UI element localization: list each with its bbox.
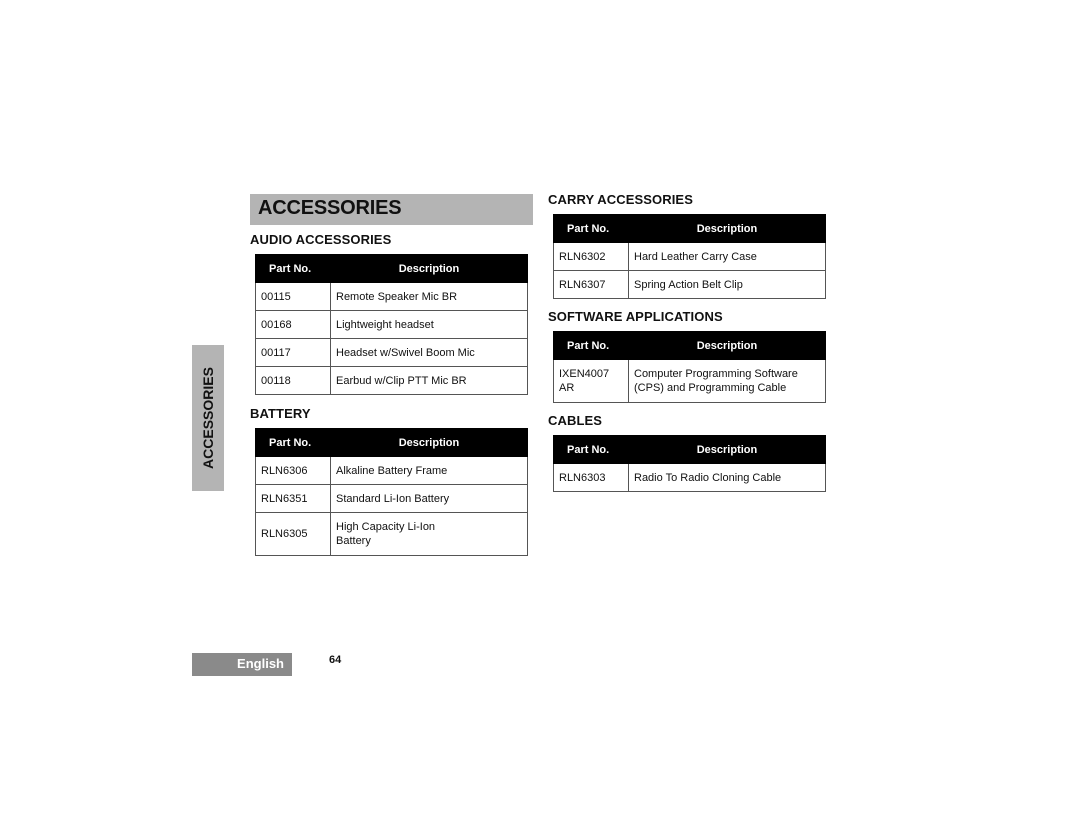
description-header: Description	[330, 254, 528, 283]
table-header-row: Part No. Description	[255, 428, 528, 457]
part-description: Alkaline Battery Frame	[330, 456, 528, 485]
part-number: IXEN4007 AR	[553, 359, 629, 403]
description-header: Description	[628, 331, 826, 360]
part-description: Lightweight headset	[330, 310, 528, 339]
part-description: Spring Action Belt Clip	[628, 270, 826, 299]
part-number: RLN6305	[255, 512, 331, 556]
part-no-header: Part No.	[553, 435, 629, 464]
table-row: RLN6351 Standard Li-Ion Battery	[255, 484, 528, 513]
part-number: RLN6303	[553, 463, 629, 492]
part-number: RLN6302	[553, 242, 629, 271]
table-header-row: Part No. Description	[553, 331, 826, 360]
language-label: English	[237, 656, 284, 671]
software-applications-table: Part No. Description IXEN4007 AR Compute…	[553, 331, 826, 403]
table-header-row: Part No. Description	[255, 254, 528, 283]
part-description: High Capacity Li-Ion Battery	[330, 512, 528, 556]
battery-heading: BATTERY	[250, 406, 311, 421]
audio-accessories-heading: AUDIO ACCESSORIES	[250, 232, 392, 247]
carry-accessories-heading: CARRY ACCESSORIES	[548, 192, 693, 207]
cables-table: Part No. Description RLN6303 Radio To Ra…	[553, 435, 826, 492]
table-row: 00117 Headset w/Swivel Boom Mic	[255, 338, 528, 367]
table-row: 00118 Earbud w/Clip PTT Mic BR	[255, 366, 528, 395]
table-row: RLN6302 Hard Leather Carry Case	[553, 242, 826, 271]
audio-accessories-table: Part No. Description 00115 Remote Speake…	[255, 254, 528, 395]
table-row: RLN6307 Spring Action Belt Clip	[553, 270, 826, 299]
page-number: 64	[329, 654, 342, 666]
part-description: Radio To Radio Cloning Cable	[628, 463, 826, 492]
part-description: Remote Speaker Mic BR	[330, 282, 528, 311]
page-title: ACCESSORIES	[258, 197, 402, 219]
table-header-row: Part No. Description	[553, 214, 826, 243]
table-row: 00168 Lightweight headset	[255, 310, 528, 339]
table-header-row: Part No. Description	[553, 435, 826, 464]
part-no-header: Part No.	[553, 214, 629, 243]
part-number: 00117	[255, 338, 331, 367]
side-section-tab: ACCESSORIES	[192, 345, 224, 491]
language-tab: English	[192, 653, 292, 676]
part-number: RLN6307	[553, 270, 629, 299]
part-no-header: Part No.	[553, 331, 629, 360]
part-number: RLN6351	[255, 484, 331, 513]
carry-accessories-table: Part No. Description RLN6302 Hard Leathe…	[553, 214, 826, 299]
part-description: Headset w/Swivel Boom Mic	[330, 338, 528, 367]
battery-table: Part No. Description RLN6306 Alkaline Ba…	[255, 428, 528, 556]
part-number: 00115	[255, 282, 331, 311]
part-no-header: Part No.	[255, 428, 331, 457]
side-tab-label: ACCESSORIES	[200, 367, 216, 469]
part-description: Standard Li-Ion Battery	[330, 484, 528, 513]
software-applications-heading: SOFTWARE APPLICATIONS	[548, 309, 723, 324]
description-header: Description	[628, 435, 826, 464]
part-number: 00118	[255, 366, 331, 395]
description-header: Description	[330, 428, 528, 457]
table-row: 00115 Remote Speaker Mic BR	[255, 282, 528, 311]
part-description: Earbud w/Clip PTT Mic BR	[330, 366, 528, 395]
cables-heading: CABLES	[548, 413, 603, 428]
table-row: RLN6303 Radio To Radio Cloning Cable	[553, 463, 826, 492]
part-number: 00168	[255, 310, 331, 339]
part-no-header: Part No.	[255, 254, 331, 283]
part-description: Computer Programming Software (CPS) and …	[628, 359, 826, 403]
table-row: RLN6305 High Capacity Li-Ion Battery	[255, 512, 528, 556]
part-description: Hard Leather Carry Case	[628, 242, 826, 271]
description-header: Description	[628, 214, 826, 243]
page-title-bar: ACCESSORIES	[250, 194, 533, 225]
table-row: RLN6306 Alkaline Battery Frame	[255, 456, 528, 485]
table-row: IXEN4007 AR Computer Programming Softwar…	[553, 359, 826, 403]
part-number: RLN6306	[255, 456, 331, 485]
